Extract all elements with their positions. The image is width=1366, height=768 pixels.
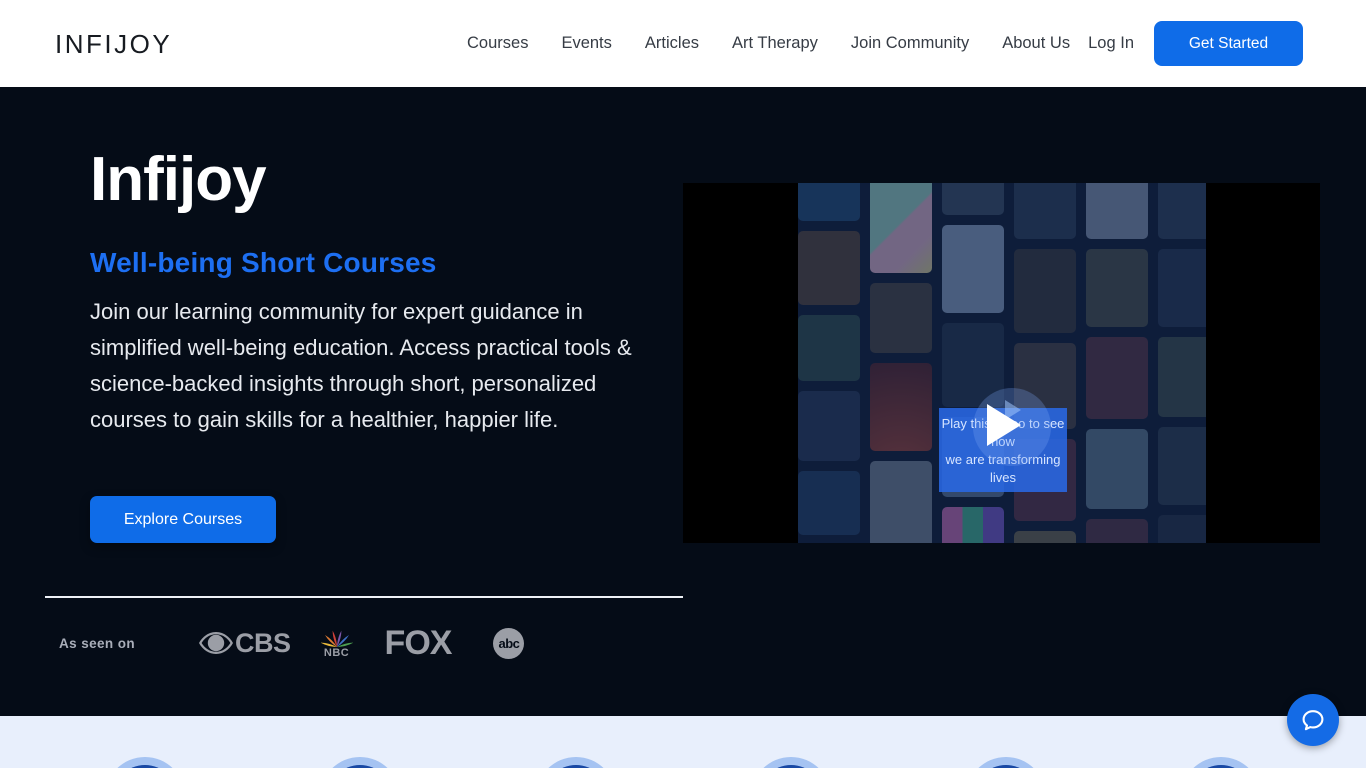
page-title: Infijoy bbox=[90, 144, 266, 215]
feature-circle-icon bbox=[966, 757, 1046, 768]
cbs-eye-icon bbox=[199, 632, 233, 654]
nav-link-join-community[interactable]: Join Community bbox=[851, 34, 969, 53]
nbc-peacock-icon bbox=[321, 627, 353, 649]
nav-link-courses[interactable]: Courses bbox=[467, 34, 528, 53]
chat-bubble-icon bbox=[1299, 706, 1327, 734]
abc-logo: abc bbox=[493, 628, 524, 659]
nbc-logo: NBC bbox=[321, 627, 353, 659]
nbc-logo-text: NBC bbox=[324, 647, 349, 659]
infijoy-logo[interactable]: INFIJOY bbox=[55, 29, 172, 60]
feature-circle-icon bbox=[105, 757, 185, 768]
feature-circle-icon bbox=[751, 757, 831, 768]
chat-launcher-button[interactable] bbox=[1287, 694, 1339, 746]
hero-description: Join our learning community for expert g… bbox=[90, 294, 645, 438]
nav-link-about-us[interactable]: About Us bbox=[1002, 34, 1070, 53]
as-seen-on-label: As seen on bbox=[59, 636, 135, 651]
feature-circle-icon bbox=[320, 757, 400, 768]
feature-circle-icon bbox=[1181, 757, 1261, 768]
get-started-button[interactable]: Get Started bbox=[1154, 21, 1303, 66]
divider-line bbox=[45, 596, 683, 598]
nav-link-events[interactable]: Events bbox=[561, 34, 611, 53]
feature-circle-icon bbox=[536, 757, 616, 768]
explore-courses-button[interactable]: Explore Courses bbox=[90, 496, 276, 543]
hero-video-player[interactable]: Play this video to see how we are transf… bbox=[683, 183, 1320, 543]
top-navigation: INFIJOY Courses Events Articles Art Therapy… bbox=[0, 0, 1366, 87]
hero-section: Infijoy Well-being Short Courses Join ou… bbox=[0, 87, 1366, 716]
as-seen-on-row: As seen on CBS NBC FOX abc bbox=[59, 615, 524, 671]
nav-link-articles[interactable]: Articles bbox=[645, 34, 699, 53]
play-icon bbox=[987, 404, 1021, 446]
fox-logo: FOX bbox=[385, 624, 452, 663]
cbs-logo-text: CBS bbox=[235, 628, 291, 659]
nav-links: Courses Events Articles Art Therapy Join Com… bbox=[467, 0, 1070, 87]
video-play-overlay[interactable]: Play this video to see how we are transf… bbox=[939, 408, 1067, 492]
nav-link-art-therapy[interactable]: Art Therapy bbox=[732, 34, 818, 53]
cbs-logo: CBS bbox=[199, 628, 291, 659]
features-preview-strip bbox=[0, 716, 1366, 768]
hero-subtitle: Well-being Short Courses bbox=[90, 247, 437, 279]
login-link[interactable]: Log In bbox=[1088, 0, 1134, 87]
